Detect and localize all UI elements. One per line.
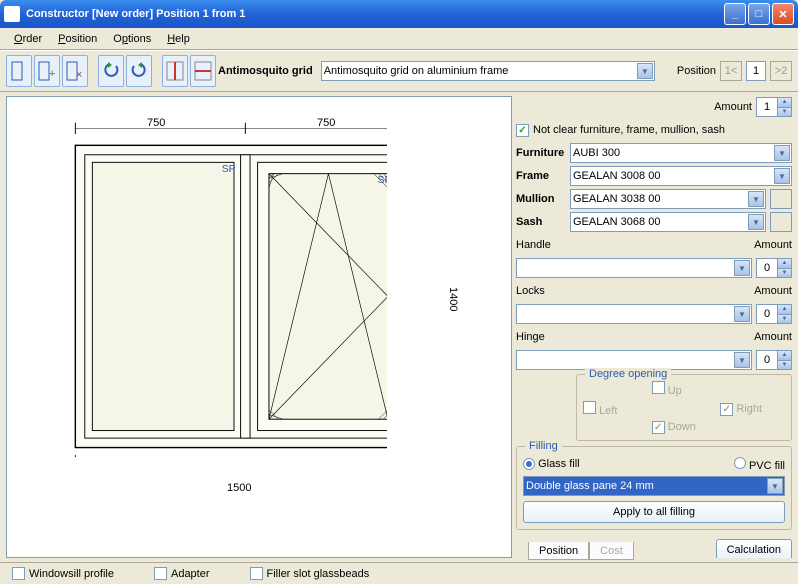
not-clear-checkbox[interactable]: ✓ <box>516 124 529 137</box>
toolbar: + × Antimosquito grid Antimosquito grid … <box>0 50 798 92</box>
tool-frame-left[interactable] <box>6 55 32 87</box>
window-frame-svg: SP SP <box>47 117 387 457</box>
tab-position[interactable]: Position <box>528 542 589 560</box>
apply-all-button[interactable]: Apply to all filling <box>523 501 785 523</box>
handle-select[interactable]: ▼ <box>516 258 752 278</box>
calculation-button[interactable]: Calculation <box>716 539 792 558</box>
locks-label: Locks <box>516 285 545 297</box>
menu-help[interactable]: Help <box>159 31 198 47</box>
antimosquito-select[interactable]: Antimosquito grid on aluminium frame▼ <box>321 61 655 81</box>
frame-label: Frame <box>516 170 566 182</box>
hinge-label: Hinge <box>516 331 545 343</box>
tool-mullion-v[interactable] <box>162 55 188 87</box>
position-next[interactable]: >2 <box>770 61 792 81</box>
dim-width: 1500 <box>227 482 251 494</box>
amount-label: Amount <box>714 101 752 113</box>
hinge-amount[interactable]: 0▲▼ <box>756 350 792 370</box>
maximize-button[interactable]: □ <box>748 3 770 25</box>
not-clear-label: Not clear furniture, frame, mullion, sas… <box>533 124 725 136</box>
bottom-options: Windowsill profile Adapter Filler slot g… <box>0 562 798 584</box>
handle-label: Handle <box>516 239 551 251</box>
position-current: 1 <box>746 61 766 81</box>
titlebar: Constructor [New order] Position 1 from … <box>0 0 798 28</box>
menu-position[interactable]: Position <box>50 31 105 47</box>
tool-frame-add[interactable]: + <box>34 55 60 87</box>
close-button[interactable]: ✕ <box>772 3 794 25</box>
right-checkbox: ✓ <box>720 403 733 416</box>
pvc-fill-radio[interactable] <box>734 457 746 469</box>
tool-mullion-h[interactable] <box>190 55 216 87</box>
mullion-label: Mullion <box>516 193 566 205</box>
hinge-select[interactable]: ▼ <box>516 350 752 370</box>
glass-select[interactable]: Double glass pane 24 mm▼ <box>523 476 785 496</box>
position-prev[interactable]: 1< <box>720 61 742 81</box>
frame-select[interactable]: GEALAN 3008 00▼ <box>570 166 792 186</box>
menubar: Order Position Options Help <box>0 28 798 50</box>
dim-right-half: 750 <box>317 117 335 129</box>
svg-text:SP: SP <box>222 164 236 175</box>
sash-select[interactable]: GEALAN 3068 00▼ <box>570 212 766 232</box>
properties-panel: Amount 1▲▼ ✓ Not clear furniture, frame,… <box>516 96 792 558</box>
dim-height: 1400 <box>447 287 459 311</box>
svg-text:+: + <box>49 68 55 80</box>
furniture-select[interactable]: AUBI 300▼ <box>570 143 792 163</box>
down-checkbox: ✓ <box>652 421 665 434</box>
filling-group: Filling Glass fill PVC fill Double glass… <box>516 446 792 530</box>
dim-left-half: 750 <box>147 117 165 129</box>
bottom-tabs: Position Cost <box>528 542 634 560</box>
minimize-button[interactable]: _ <box>724 3 746 25</box>
tab-cost[interactable]: Cost <box>589 542 634 560</box>
adapter-checkbox[interactable] <box>154 567 167 580</box>
menu-options[interactable]: Options <box>105 31 159 47</box>
sash-color[interactable] <box>770 212 792 232</box>
tool-rotate-right[interactable] <box>126 55 152 87</box>
windowsill-checkbox[interactable] <box>12 567 25 580</box>
mullion-color[interactable] <box>770 189 792 209</box>
sash-label: Sash <box>516 216 566 228</box>
filler-checkbox[interactable] <box>250 567 263 580</box>
svg-text:×: × <box>76 69 82 81</box>
tool-rotate-left[interactable] <box>98 55 124 87</box>
position-label: Position <box>677 65 716 77</box>
menu-order[interactable]: Order <box>6 31 50 47</box>
drawing-canvas[interactable]: 750 750 1400 1500 <box>6 96 512 558</box>
furniture-label: Furniture <box>516 147 566 159</box>
mullion-select[interactable]: GEALAN 3038 00▼ <box>570 189 766 209</box>
window-title: Constructor [New order] Position 1 from … <box>26 8 722 20</box>
tool-frame-remove[interactable]: × <box>62 55 88 87</box>
handle-amount[interactable]: 0▲▼ <box>756 258 792 278</box>
glass-fill-radio[interactable] <box>523 458 535 470</box>
antimosquito-label: Antimosquito grid <box>218 65 313 77</box>
degree-opening-group: Degree opening Up Left ✓ Right ✓ Down <box>576 374 792 441</box>
app-icon <box>4 6 20 22</box>
up-checkbox <box>652 381 665 394</box>
locks-amount[interactable]: 0▲▼ <box>756 304 792 324</box>
locks-select[interactable]: ▼ <box>516 304 752 324</box>
left-checkbox <box>583 401 596 414</box>
amount-spinner[interactable]: 1▲▼ <box>756 97 792 117</box>
